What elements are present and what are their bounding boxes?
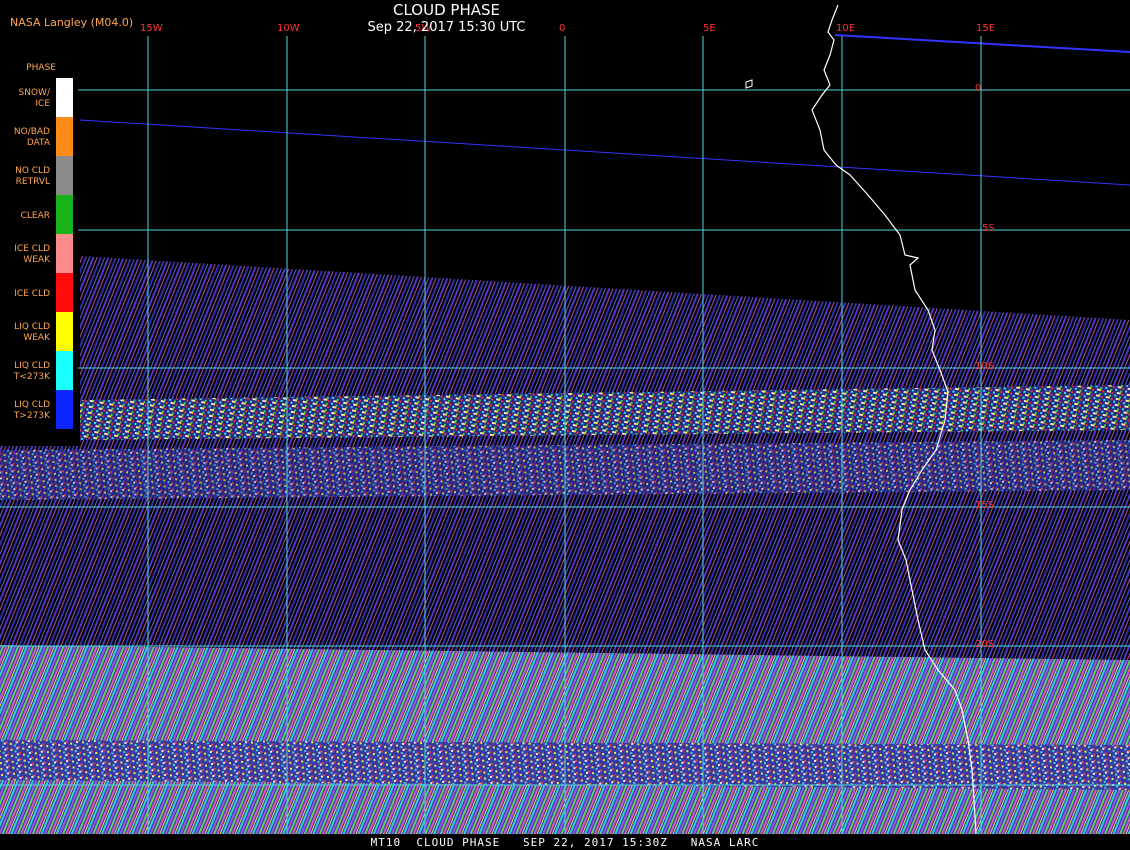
legend-label: ICE CLD xyxy=(14,289,50,299)
legend-swatch xyxy=(56,273,73,312)
legend-label: LIQ CLD T>273K xyxy=(13,400,50,421)
map-image xyxy=(0,0,1130,850)
legend-item-ice-cld-weak: ICE CLD WEAK xyxy=(0,234,75,273)
legend-label: NO CLD RETRVL xyxy=(15,166,50,187)
legend-label: ICE CLD WEAK xyxy=(14,244,50,265)
lat-label-20s: 20S xyxy=(975,639,995,650)
legend-swatch xyxy=(56,390,73,429)
legend-item-no-bad-data: NO/BAD DATA xyxy=(0,117,75,156)
legend-label: NO/BAD DATA xyxy=(13,127,50,148)
legend-item-liq-cld-weak: LIQ CLD WEAK xyxy=(0,312,75,351)
legend-swatch xyxy=(56,78,73,117)
legend-item-snow-ice: SNOW/ ICE xyxy=(0,78,75,117)
legend-item-clear: CLEAR xyxy=(0,195,75,234)
legend-swatch xyxy=(56,117,73,156)
legend-label: LIQ CLD T<273K xyxy=(13,361,50,382)
lon-label-15e: 15E xyxy=(976,23,996,34)
map-title: CLOUD PHASE xyxy=(393,1,500,19)
lat-label-10s: 10S xyxy=(975,361,995,372)
legend-swatch xyxy=(56,351,73,390)
legend-item-liq-cld-warm: LIQ CLD T>273K xyxy=(0,390,75,429)
swath-edge-line xyxy=(79,119,1130,186)
legend-label: SNOW/ ICE xyxy=(18,88,50,109)
footer-bar: MT10 CLOUD PHASE SEP 22, 2017 15:30Z NAS… xyxy=(0,834,1130,850)
legend-label: LIQ CLD WEAK xyxy=(14,322,50,343)
legend-swatch xyxy=(56,195,73,234)
lat-label-0: 0 xyxy=(975,83,982,94)
lat-label-15s: 15S xyxy=(975,500,995,511)
phase-legend: PHASE SNOW/ ICE NO/BAD DATA NO CLD RETRV… xyxy=(0,60,78,446)
swath-edge-line xyxy=(834,34,1130,53)
map-timestamp: Sep 22, 2017 15:30 UTC xyxy=(367,20,526,35)
legend-item-liq-cld-cold: LIQ CLD T<273K xyxy=(0,351,75,390)
legend-label: CLEAR xyxy=(20,211,50,221)
legend-title: PHASE xyxy=(26,63,56,73)
legend-item-no-cld-retrvl: NO CLD RETRVL xyxy=(0,156,75,195)
legend-item-ice-cld: ICE CLD xyxy=(0,273,75,312)
legend-swatch xyxy=(56,156,73,195)
legend-swatch xyxy=(56,234,73,273)
lat-label-5s: 5S xyxy=(982,223,995,234)
island-outline xyxy=(745,79,753,89)
footer-caption: MT10 CLOUD PHASE SEP 22, 2017 15:30Z NAS… xyxy=(370,836,760,849)
legend-swatch xyxy=(56,312,73,351)
